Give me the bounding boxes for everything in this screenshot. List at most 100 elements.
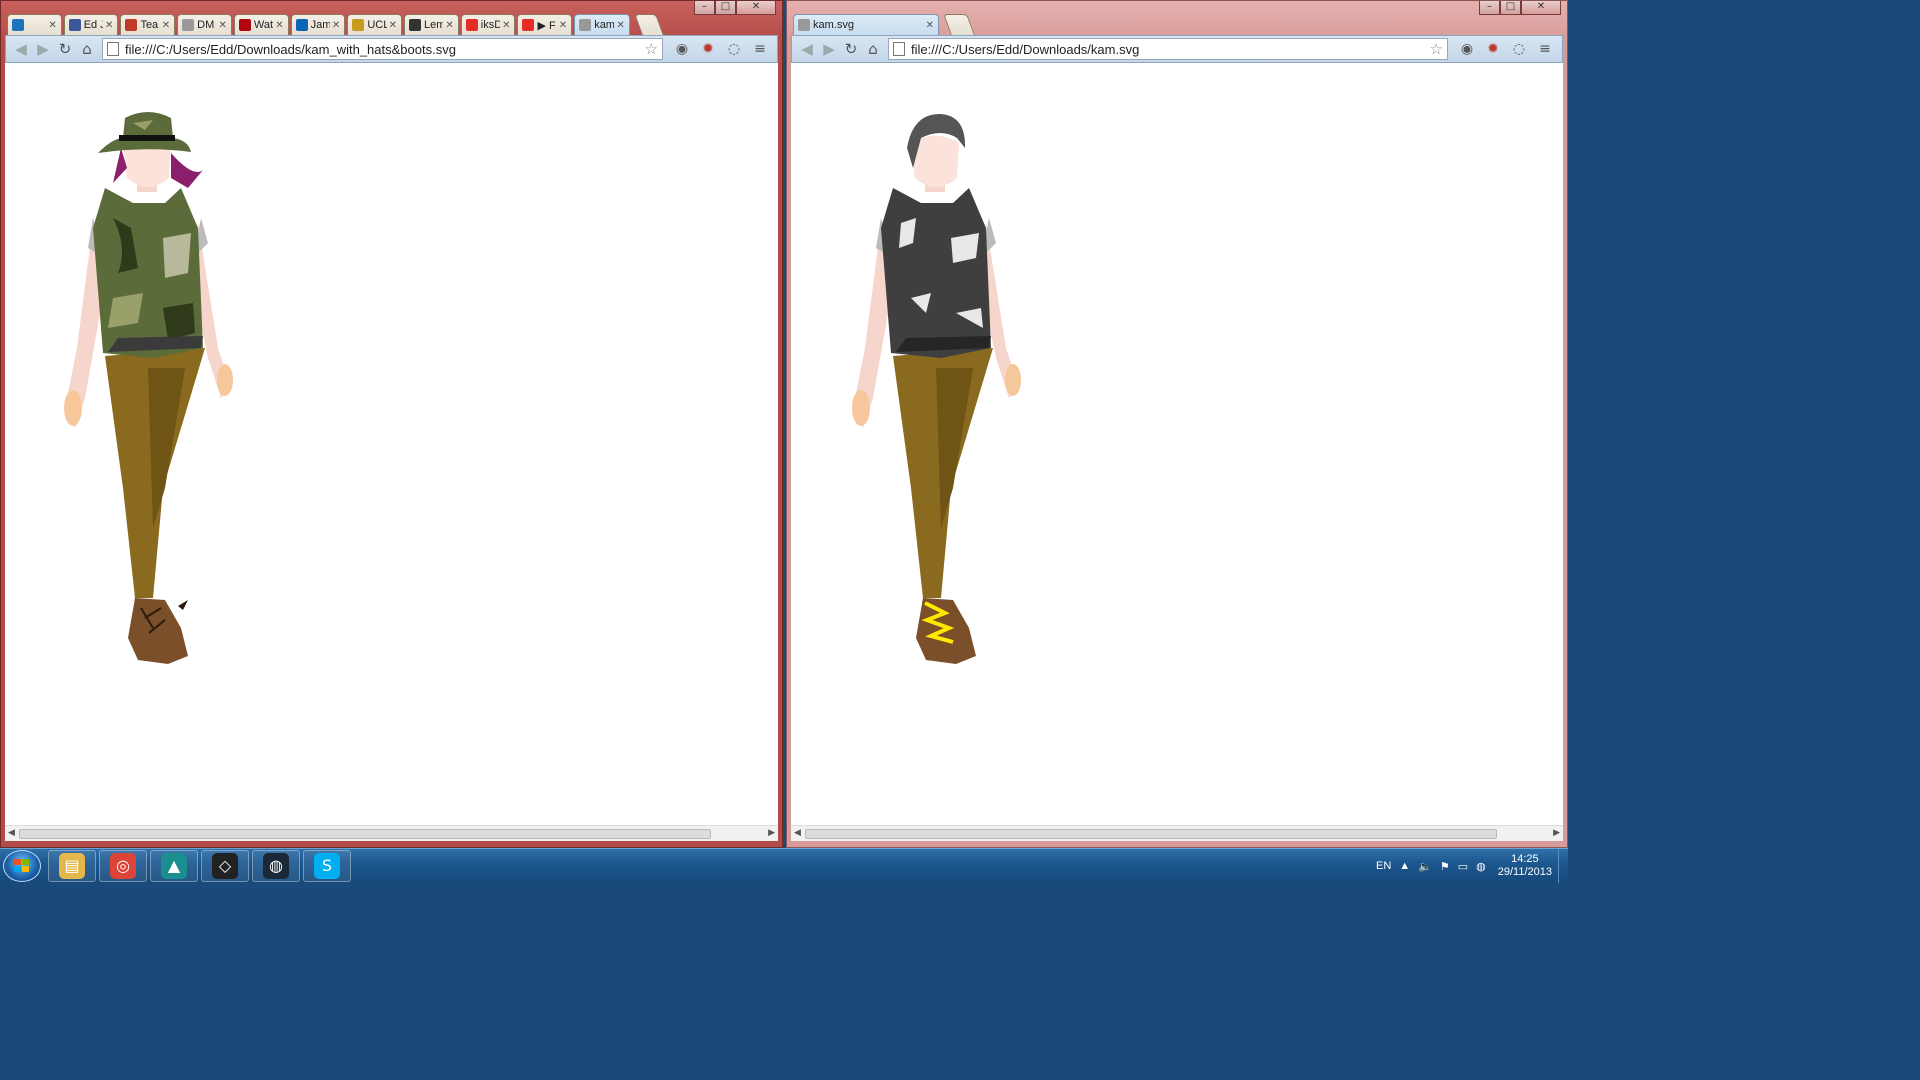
chrome-icon: ◎	[110, 853, 136, 879]
taskbar-app[interactable]: ◇	[201, 850, 249, 882]
scroll-thumb[interactable]	[19, 829, 711, 839]
back-icon[interactable]: ◀	[796, 38, 818, 60]
bookmark-star-icon[interactable]: ☆	[645, 40, 662, 58]
reload-icon[interactable]: ↻	[54, 38, 76, 60]
facebook-icon	[68, 19, 81, 31]
tab-close-icon[interactable]: ✕	[105, 20, 113, 31]
taskbar-app[interactable]: ◍	[252, 850, 300, 882]
steam-tray-icon[interactable]: ◍	[1476, 860, 1486, 873]
tab-close-icon[interactable]: ✕	[616, 20, 624, 31]
page-icon	[893, 42, 905, 56]
tab-close-icon[interactable]: ✕	[445, 20, 453, 31]
tab-close-icon[interactable]: ✕	[218, 20, 226, 31]
taskbar-app[interactable]: ▲	[150, 850, 198, 882]
volume-icon[interactable]: 🔈	[1418, 860, 1432, 873]
new-tab-button[interactable]	[943, 14, 975, 35]
minimize-button[interactable]: –	[694, 1, 715, 15]
scroll-left-icon[interactable]: ◀	[794, 827, 801, 838]
browser-tab[interactable]: Jam ✕	[290, 14, 346, 35]
adblock-icon[interactable]: ✹	[1482, 38, 1504, 60]
show-desktop-button[interactable]	[1558, 849, 1568, 883]
browser-tab[interactable]: ▶ F ✕	[517, 14, 573, 35]
window-controls: – □ ✕	[694, 1, 776, 15]
home-icon[interactable]: ⌂	[76, 38, 98, 60]
youtube-icon	[465, 19, 478, 31]
horizontal-scrollbar[interactable]: ◀ ▶	[791, 825, 1563, 841]
scroll-left-icon[interactable]: ◀	[8, 827, 15, 838]
horizontal-scrollbar[interactable]: ◀ ▶	[5, 825, 778, 841]
reload-icon[interactable]: ↻	[840, 38, 862, 60]
close-button[interactable]: ✕	[736, 1, 776, 15]
home-icon[interactable]: ⌂	[862, 38, 884, 60]
scroll-right-icon[interactable]: ▶	[1553, 827, 1560, 838]
tab-close-icon[interactable]: ✕	[162, 20, 170, 31]
tab-close-icon[interactable]: ✕	[926, 20, 934, 31]
tab-label: kam.svg	[813, 19, 854, 31]
start-button[interactable]	[3, 850, 41, 882]
browser-tab[interactable]: kam ✕	[574, 14, 630, 35]
clock[interactable]: 14:25 29/11/2013	[1498, 853, 1552, 879]
url-text: file:///C:/Users/Edd/Downloads/kam_with_…	[125, 41, 456, 57]
steam-icon: ◍	[263, 853, 289, 879]
browser-tab[interactable]: UCL✕	[347, 14, 403, 35]
scroll-thumb[interactable]	[805, 829, 1497, 839]
ucl-icon	[352, 19, 365, 31]
taskbar-app[interactable]: ▤	[48, 850, 96, 882]
skull-icon	[409, 19, 422, 31]
taskbar-app[interactable]: S	[303, 850, 351, 882]
menu-icon[interactable]: ≡	[1534, 38, 1556, 60]
page-icon	[579, 19, 592, 31]
outlook-icon	[295, 19, 308, 31]
browser-tab[interactable]: Wat ✕	[233, 14, 289, 35]
browser-tab[interactable]: ✕	[7, 14, 62, 35]
extension-icon[interactable]: ◉	[671, 38, 693, 60]
maximize-button[interactable]: □	[1500, 1, 1521, 15]
back-icon[interactable]: ◀	[10, 38, 32, 60]
bookmark-star-icon[interactable]: ☆	[1430, 40, 1447, 58]
action-center-icon[interactable]: ⚑	[1440, 860, 1450, 873]
extension-icon[interactable]: ◌	[723, 38, 745, 60]
character-base	[852, 113, 1021, 664]
address-bar[interactable]: file:///C:/Users/Edd/Downloads/kam.svg ☆	[888, 38, 1448, 60]
browser-tab[interactable]: DM ✕	[177, 14, 232, 35]
close-button[interactable]: ✕	[1521, 1, 1561, 15]
browser-tab[interactable]: Tea ✕	[120, 14, 176, 35]
taskbar-app[interactable]: ◎	[99, 850, 147, 882]
browser-tab[interactable]: Ed J.✕	[63, 14, 119, 35]
minimize-button[interactable]: –	[1479, 1, 1500, 15]
tab-close-icon[interactable]: ✕	[48, 20, 56, 31]
show-hidden-icons-icon[interactable]: ▲	[1399, 860, 1410, 872]
ie-icon	[12, 19, 24, 31]
language-indicator[interactable]: EN	[1376, 860, 1391, 872]
tab-label: DM	[197, 19, 215, 31]
tab-close-icon[interactable]: ✕	[559, 20, 567, 31]
clock-date: 29/11/2013	[1497, 866, 1552, 878]
adblock-icon[interactable]: ✹	[697, 38, 719, 60]
extension-icon[interactable]: ◌	[1508, 38, 1530, 60]
browser-toolbar: ◀ ▶ ↻ ⌂ file:///C:/Users/Edd/Downloads/k…	[791, 35, 1563, 63]
youtube-icon	[522, 19, 535, 31]
browser-window-right: – □ ✕ kam.svg ✕ ◀ ▶ ↻ ⌂ file:///C:/Users/…	[786, 0, 1568, 848]
tab-close-icon[interactable]: ✕	[502, 20, 510, 31]
tab-label: ▶ F	[537, 19, 556, 32]
menu-icon[interactable]: ≡	[749, 38, 771, 60]
page-icon	[182, 19, 195, 31]
tab-close-icon[interactable]: ✕	[389, 20, 397, 31]
taskbar: ▤ ◎ ▲ ◇ ◍ S EN ▲ 🔈 ⚑ ▭ ◍ 14:25 29/11/2013	[0, 848, 1568, 883]
browser-tab[interactable]: kam.svg ✕	[793, 14, 939, 35]
tab-close-icon[interactable]: ✕	[332, 20, 340, 31]
forward-icon[interactable]: ▶	[818, 38, 840, 60]
new-tab-button[interactable]	[633, 14, 664, 35]
tab-label: Wat	[253, 19, 274, 31]
browser-tab[interactable]: iksD ✕	[460, 14, 516, 35]
tab-strip: ✕Ed J.✕Tea✕DM✕Wat✕Jam✕UCL✕Lem✕iksD✕▶ F✕k…	[7, 13, 664, 35]
scroll-right-icon[interactable]: ▶	[768, 827, 775, 838]
browser-tab[interactable]: Lem ✕	[404, 14, 459, 35]
browser-window-left: – □ ✕ ✕Ed J.✕Tea✕DM✕Wat✕Jam✕UCL✕Lem✕iksD…	[0, 0, 783, 848]
network-icon[interactable]: ▭	[1458, 860, 1468, 873]
forward-icon[interactable]: ▶	[32, 38, 54, 60]
maximize-button[interactable]: □	[715, 1, 736, 15]
extension-icon[interactable]: ◉	[1456, 38, 1478, 60]
tab-close-icon[interactable]: ✕	[275, 20, 283, 31]
address-bar[interactable]: file:///C:/Users/Edd/Downloads/kam_with_…	[102, 38, 663, 60]
